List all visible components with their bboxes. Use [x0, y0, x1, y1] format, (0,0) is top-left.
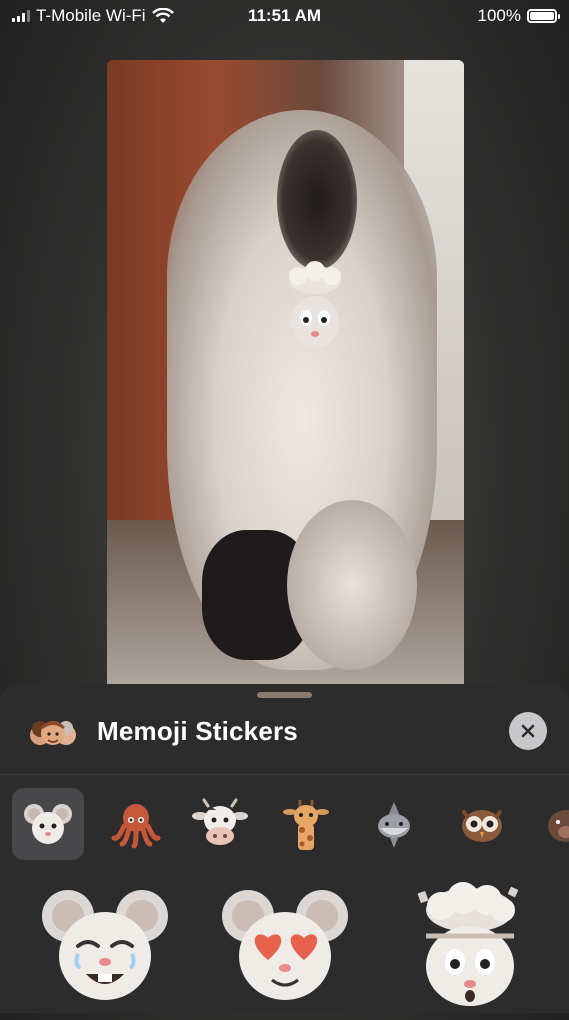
memoji-overlay-mouse-icon [289, 261, 341, 348]
mouse-icon [24, 804, 72, 844]
sheet-header: Memoji Stickers [0, 704, 569, 760]
status-right: 100% [477, 6, 560, 26]
close-icon [521, 724, 535, 738]
sticker-grid [0, 880, 569, 1020]
owl-icon [462, 810, 502, 842]
sticker-mouse-heart-eyes[interactable] [220, 880, 350, 1010]
camera-preview [107, 60, 464, 700]
battery-percent: 100% [477, 6, 521, 25]
character-picker [0, 784, 569, 864]
character-owl[interactable] [446, 788, 518, 860]
status-bar: T-Mobile Wi-Fi 11:51 AM 100% [0, 0, 569, 34]
character-boar[interactable] [530, 788, 569, 860]
character-shark[interactable] [358, 788, 430, 860]
sticker-mouse-mind-blown[interactable] [405, 880, 535, 1010]
plush-tail [287, 500, 417, 670]
memoji-sticker-sheet: Memoji Stickers [0, 684, 569, 1013]
shark-icon [378, 802, 410, 848]
character-cow[interactable] [184, 788, 256, 860]
sheet-divider [0, 774, 569, 775]
character-giraffe[interactable] [270, 788, 342, 860]
character-mouse[interactable] [12, 788, 84, 860]
sheet-title: Memoji Stickers [97, 716, 298, 746]
plush-shadow [277, 130, 357, 270]
battery-fill [530, 12, 554, 20]
sheet-grabber[interactable] [257, 692, 312, 698]
battery-icon [527, 9, 560, 23]
sticker-mouse-laughing[interactable] [40, 880, 170, 1010]
memoji-app-icon [30, 721, 76, 745]
octopus-icon [111, 804, 161, 849]
character-octopus[interactable] [100, 788, 172, 860]
boar-icon [548, 810, 569, 842]
cow-icon [192, 798, 248, 845]
giraffe-icon [283, 800, 329, 850]
close-button[interactable] [509, 712, 547, 750]
